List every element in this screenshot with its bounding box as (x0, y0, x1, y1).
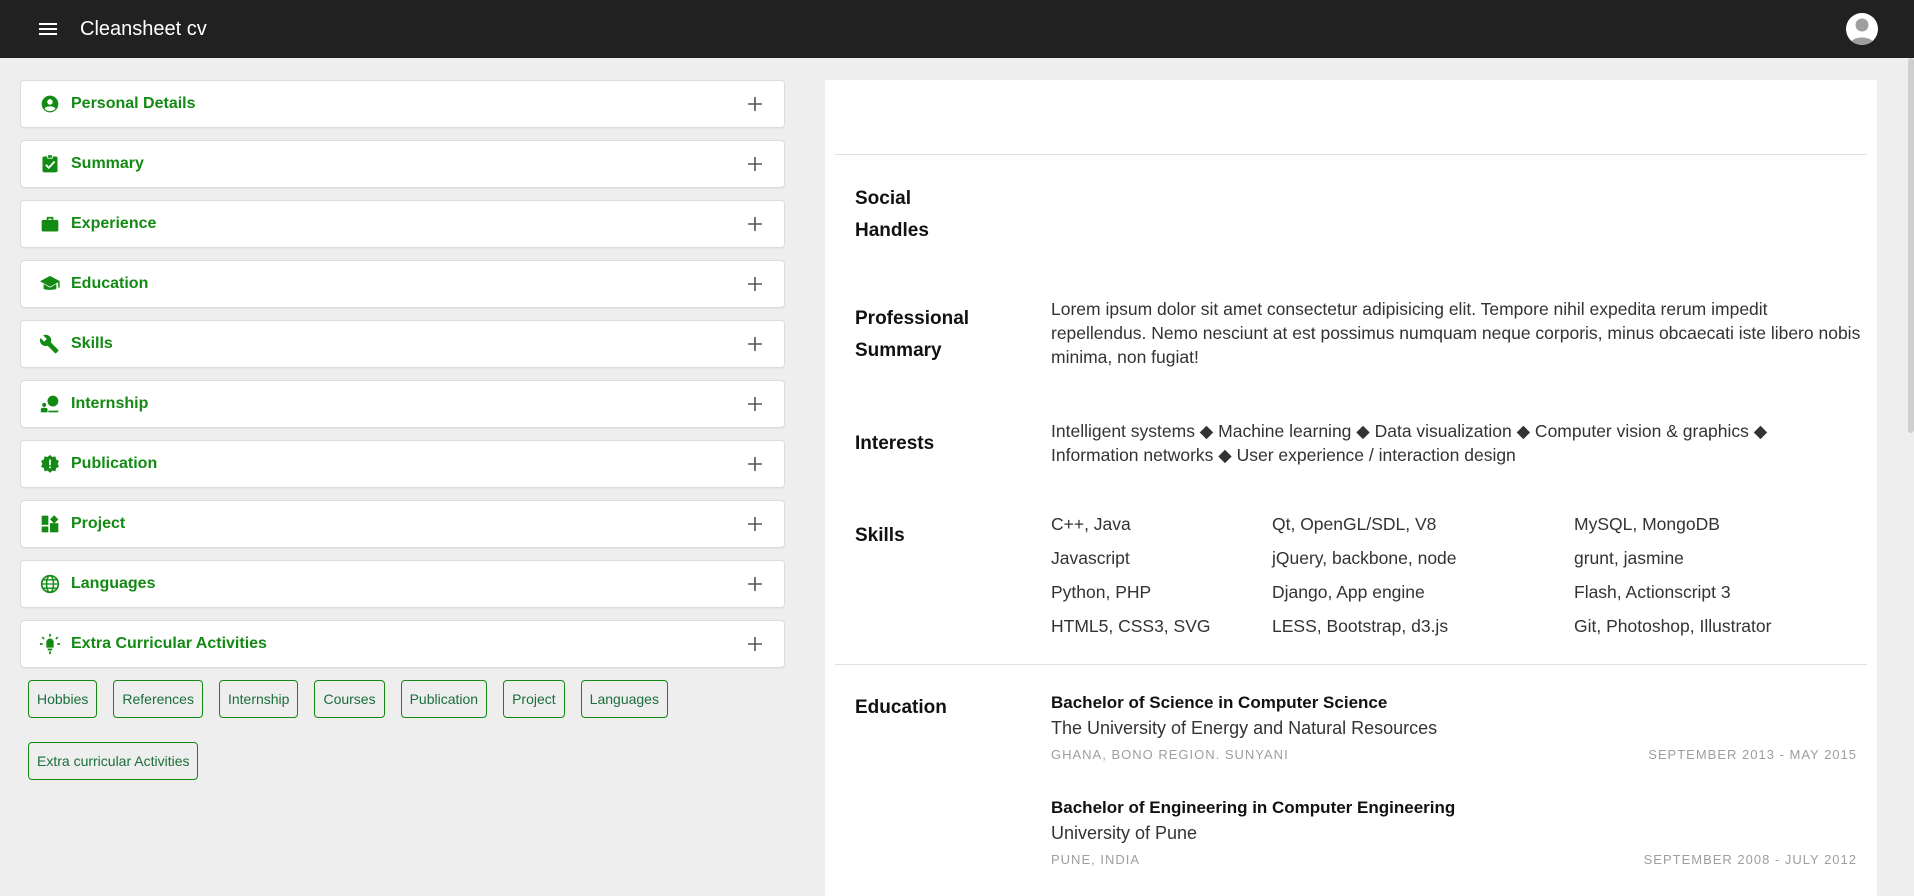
skill-item: Python, PHP (1051, 582, 1152, 602)
skills-title: Skills (855, 525, 905, 546)
skill-item: HTML5, CSS3, SVG (1051, 616, 1211, 636)
accordion-label: Extra Curricular Activities (71, 635, 267, 652)
accordion-label: Experience (71, 215, 157, 232)
add-section-chips: Hobbies References Internship Courses Pu… (20, 680, 785, 804)
summary-text: Lorem ipsum dolor sit amet consectetur a… (1051, 299, 1861, 367)
accordion-label: Personal Details (71, 95, 196, 112)
education-dates: SEPTEMBER 2013 - MAY 2015 (1648, 747, 1857, 762)
wrench-icon (39, 333, 61, 355)
chip-publication[interactable]: Publication (400, 680, 488, 718)
chip-project[interactable]: Project (503, 680, 565, 718)
skill-item: Git, Photoshop, Illustrator (1574, 616, 1772, 636)
accordion-label: Languages (71, 575, 156, 592)
accordion-internship[interactable]: Internship (20, 380, 785, 428)
school-icon (39, 273, 61, 295)
accordion-label: Skills (71, 335, 113, 352)
accordion-extra-curricular-activities[interactable]: Extra Curricular Activities (20, 620, 785, 668)
skill-item: C++, Java (1051, 514, 1131, 534)
app-title: Cleansheet cv (80, 17, 207, 40)
accordion-label: Internship (71, 395, 149, 412)
work-briefcase-icon (39, 213, 61, 235)
accordion-personal-details[interactable]: Personal Details (20, 80, 785, 128)
dashboard-icon (39, 513, 61, 535)
plus-icon (744, 633, 766, 655)
skill-item: Javascript (1051, 548, 1130, 568)
education-title: Education (855, 697, 947, 718)
chip-hobbies[interactable]: Hobbies (28, 680, 98, 718)
education-dates: SEPTEMBER 2008 - JULY 2012 (1643, 852, 1857, 867)
skill-item: MySQL, MongoDB (1574, 514, 1720, 534)
accordion-label: Project (71, 515, 126, 532)
accordion-education[interactable]: Education (20, 260, 785, 308)
chip-internship[interactable]: Internship (218, 680, 299, 718)
accordion-project[interactable]: Project (20, 500, 785, 548)
interests-text: Intelligent systems ◆ Machine learning ◆… (1051, 421, 1768, 465)
social-handles-title: Social Handles (855, 188, 929, 241)
skill-item: Django, App engine (1272, 582, 1425, 602)
divider (835, 154, 1867, 155)
accordion-label: Education (71, 275, 149, 292)
education-school: University of Pune (1051, 823, 1198, 843)
skill-item: grunt, jasmine (1574, 548, 1684, 568)
accordion-label: Summary (71, 155, 144, 172)
scrollbar-thumb[interactable] (1908, 58, 1914, 433)
accordion-experience[interactable]: Experience (20, 200, 785, 248)
lightbulb-icon (39, 633, 61, 655)
divider (835, 664, 1867, 665)
chip-languages[interactable]: Languages (580, 680, 668, 718)
app-bar: Cleansheet cv (0, 0, 1914, 58)
education-school: The University of Energy and Natural Res… (1051, 718, 1438, 738)
chip-courses[interactable]: Courses (314, 680, 385, 718)
plus-icon (744, 333, 766, 355)
new-releases-icon (39, 453, 61, 475)
chip-extra-curricular-activities[interactable]: Extra curricular Activities (28, 742, 199, 780)
skill-item: Flash, Actionscript 3 (1574, 582, 1731, 602)
globe-icon (39, 573, 61, 595)
education-degree: Bachelor of Science in Computer Science (1051, 693, 1388, 712)
plus-icon (744, 153, 766, 175)
plus-icon (744, 573, 766, 595)
assignment-check-icon (39, 153, 61, 175)
accordion-languages[interactable]: Languages (20, 560, 785, 608)
accordion-label: Publication (71, 455, 158, 472)
skill-item: jQuery, backbone, node (1272, 548, 1457, 568)
plus-icon (744, 273, 766, 295)
plus-icon (744, 213, 766, 235)
person-board-icon (39, 393, 61, 415)
education-location: GHANA, BONO REGION. SUNYANI (1051, 747, 1289, 762)
plus-icon (744, 453, 766, 475)
interests-title: Interests (855, 433, 935, 454)
skill-item: Qt, OpenGL/SDL, V8 (1272, 514, 1437, 534)
menu-icon[interactable] (28, 9, 68, 49)
education-location: PUNE, INDIA (1051, 852, 1141, 867)
plus-icon (744, 93, 766, 115)
accordion-summary[interactable]: Summary (20, 140, 785, 188)
avatar[interactable] (1846, 13, 1878, 45)
section-editor-panel: Personal Details Summary Experience Educ… (20, 80, 785, 804)
chip-references[interactable]: References (113, 680, 203, 718)
plus-icon (744, 393, 766, 415)
cv-preview: Social Handles Professional Summary Lore… (825, 80, 1877, 896)
skill-item: LESS, Bootstrap, d3.js (1272, 616, 1449, 636)
accordion-skills[interactable]: Skills (20, 320, 785, 368)
plus-icon (744, 513, 766, 535)
accordion-publication[interactable]: Publication (20, 440, 785, 488)
professional-summary-title: Professional Summary (855, 308, 970, 361)
account-circle-icon (39, 93, 61, 115)
education-degree: Bachelor of Engineering in Computer Engi… (1051, 798, 1456, 817)
